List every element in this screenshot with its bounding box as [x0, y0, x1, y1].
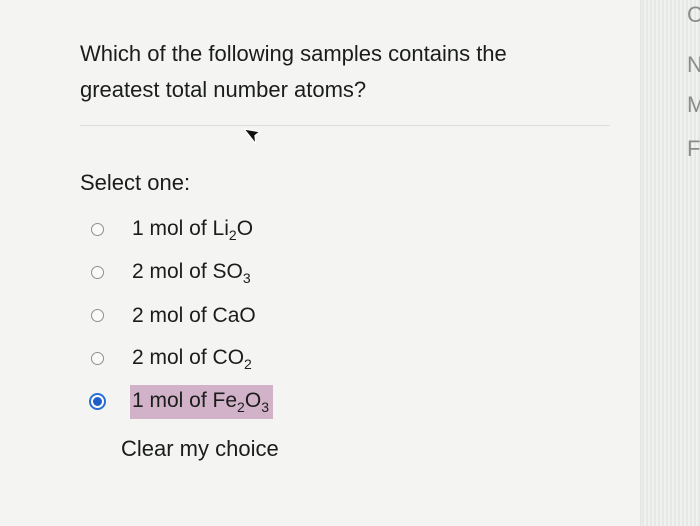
side-panel-edge: C N M F — [642, 0, 700, 526]
option-label[interactable]: 2 mol of CaO — [130, 302, 258, 330]
radio-button[interactable] — [91, 309, 104, 322]
question-text: Which of the following samples contains … — [80, 36, 620, 108]
option-2[interactable]: 2 mol of SO3 — [86, 251, 273, 294]
option-label[interactable]: 2 mol of SO3 — [130, 258, 253, 288]
question-line-2: greatest total number atoms? — [80, 77, 367, 102]
option-label[interactable]: 2 mol of CO2 — [130, 344, 254, 374]
radio-button-selected[interactable] — [89, 393, 106, 410]
select-one-label: Select one: — [80, 170, 191, 195]
option-5[interactable]: 1 mol of Fe2O3 — [86, 380, 273, 423]
radio-button[interactable] — [91, 266, 104, 279]
edge-glyph: N — [687, 52, 700, 77]
mouse-cursor-icon — [244, 128, 262, 146]
radio-button[interactable] — [91, 352, 104, 365]
option-1[interactable]: 1 mol of Li2O — [86, 208, 273, 251]
question-card: Which of the following samples contains … — [0, 0, 640, 526]
edge-glyph: M — [687, 92, 700, 117]
edge-glyph: C — [687, 2, 700, 27]
divider — [80, 125, 610, 126]
answer-options: 1 mol of Li2O 2 mol of SO3 2 mol of CaO … — [86, 208, 273, 423]
option-4[interactable]: 2 mol of CO2 — [86, 337, 273, 380]
option-3[interactable]: 2 mol of CaO — [86, 294, 273, 337]
option-label[interactable]: 1 mol of Fe2O3 — [130, 384, 273, 419]
clear-choice-link[interactable]: Clear my choice — [121, 436, 279, 462]
question-line-1: Which of the following samples contains … — [80, 41, 507, 66]
option-label[interactable]: 1 mol of Li2O — [130, 215, 255, 245]
edge-glyph: F — [687, 136, 700, 161]
radio-button[interactable] — [91, 223, 104, 236]
